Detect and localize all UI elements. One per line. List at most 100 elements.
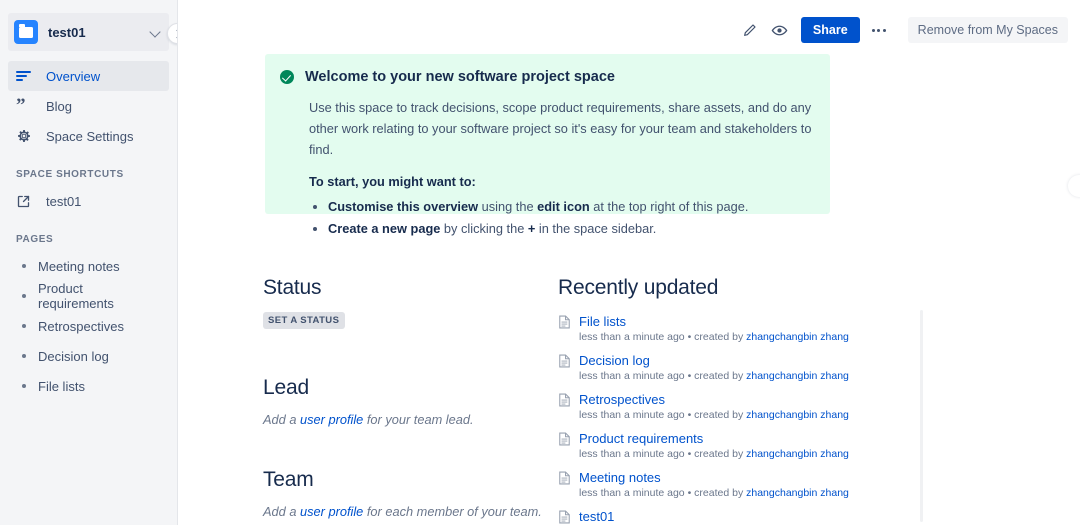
page-icon xyxy=(559,471,570,485)
sidebar-shortcut-test01[interactable]: test01 xyxy=(8,186,169,216)
meta-separator: • created by xyxy=(684,331,747,343)
page-icon xyxy=(559,432,570,446)
bullet-icon xyxy=(22,354,26,358)
list-item[interactable]: Product requirements less than a minute … xyxy=(558,431,923,461)
bullet-mid: by clicking the xyxy=(440,221,528,236)
page-icon xyxy=(559,510,570,524)
more-horizontal-icon xyxy=(871,28,875,32)
sidebar-page-label: File lists xyxy=(38,378,85,394)
bullet-strong2: edit icon xyxy=(537,199,590,214)
edge-widget[interactable] xyxy=(1068,175,1080,197)
space-shortcuts-label: SPACE SHORTCUTS xyxy=(16,169,124,180)
remove-from-my-spaces-button[interactable]: Remove from My Spaces xyxy=(907,17,1068,43)
list-item-meta: less than a minute ago • created by zhan… xyxy=(579,369,923,383)
space-header[interactable]: test01 xyxy=(8,13,169,51)
page-link[interactable]: Retrospectives xyxy=(579,392,665,407)
bullet-mid: using the xyxy=(478,199,538,214)
timestamp: less than a minute ago xyxy=(579,370,685,382)
meta-separator: • created by xyxy=(684,487,747,499)
list-item-meta: less than a minute ago • created by zhan… xyxy=(579,330,923,344)
gear-icon xyxy=(16,127,38,145)
pencil-icon xyxy=(743,24,756,36)
page-link[interactable]: Product requirements xyxy=(579,431,703,446)
author-link[interactable]: zhangchangbin zhang xyxy=(746,331,849,343)
bullet-strong: Create a new page xyxy=(328,221,441,236)
sidebar-item-blog[interactable]: ” Blog xyxy=(8,91,169,121)
banner-bullet-item: Customise this overview using the edit i… xyxy=(328,196,812,218)
lead-hint: Add a user profile for your team lead. xyxy=(263,412,558,427)
sidebar-page-label: Retrospectives xyxy=(38,318,124,334)
list-item[interactable]: Meeting notes less than a minute ago • c… xyxy=(558,470,923,500)
team-hint: Add a user profile for each member of yo… xyxy=(263,504,558,519)
sidebar-shortcut-label: test01 xyxy=(46,193,82,209)
quote-icon: ” xyxy=(16,95,25,116)
sidebar-page-decision-log[interactable]: Decision log xyxy=(8,341,169,371)
meta-separator: • created by xyxy=(684,448,747,460)
share-button[interactable]: Share xyxy=(800,17,860,43)
chevron-down-icon[interactable] xyxy=(149,25,163,39)
list-item[interactable]: File lists less than a minute ago • crea… xyxy=(558,314,923,344)
page-icon xyxy=(559,393,570,407)
page-link[interactable]: File lists xyxy=(579,314,626,329)
user-profile-link[interactable]: user profile xyxy=(300,412,363,427)
timestamp: less than a minute ago xyxy=(579,487,685,499)
banner-bullet-item: Create a new page by clicking the + in t… xyxy=(328,218,812,240)
sidebar-page-label: Decision log xyxy=(38,348,109,364)
watch-button[interactable] xyxy=(765,16,795,44)
pages-label: PAGES xyxy=(16,234,54,245)
welcome-banner: Welcome to your new software project spa… xyxy=(265,54,830,236)
page-link[interactable]: Decision log xyxy=(579,353,650,368)
space-folder-icon xyxy=(14,20,38,44)
sidebar-page-retrospectives[interactable]: Retrospectives xyxy=(8,311,169,341)
edit-button[interactable] xyxy=(735,16,765,44)
sidebar-page-file-lists[interactable]: File lists xyxy=(8,371,169,401)
timestamp: less than a minute ago xyxy=(579,409,685,421)
sidebar-page-meeting-notes[interactable]: Meeting notes xyxy=(8,251,169,281)
confluence-space-overview: test01 Overview ” Blog Space Settings SP… xyxy=(0,0,1080,525)
user-profile-link[interactable]: user profile xyxy=(300,504,363,519)
author-link[interactable]: zhangchangbin zhang xyxy=(746,409,849,421)
team-heading: Team xyxy=(263,468,314,491)
sidebar-item-overview[interactable]: Overview xyxy=(8,61,169,91)
overview-lines-icon xyxy=(16,67,38,85)
lead-heading: Lead xyxy=(263,376,309,399)
meta-separator: • created by xyxy=(684,409,747,421)
recently-updated-heading: Recently updated xyxy=(558,276,719,299)
more-options-button[interactable] xyxy=(864,17,894,43)
team-hint-pre: Add a xyxy=(263,504,300,519)
banner-body: Use this space to track decisions, scope… xyxy=(309,100,812,157)
eye-icon xyxy=(772,25,788,35)
space-sidebar: test01 Overview ” Blog Space Settings SP… xyxy=(0,0,178,525)
status-badge[interactable]: SET A STATUS xyxy=(263,312,346,329)
list-item[interactable]: Retrospectives less than a minute ago • … xyxy=(558,392,923,422)
list-item-meta: less than a minute ago • created by zhan… xyxy=(579,408,923,422)
sidebar-item-label: Blog xyxy=(46,98,73,114)
sidebar-item-label: Space Settings xyxy=(46,128,134,144)
page-icon xyxy=(559,354,570,368)
overview-content: Status SET A STATUS Lead Add a user prof… xyxy=(263,275,923,525)
list-item-meta: less than a minute ago • created by zhan… xyxy=(579,447,923,461)
banner-subtitle: To start, you might want to: xyxy=(309,174,476,189)
author-link[interactable]: zhangchangbin zhang xyxy=(746,448,849,460)
lead-hint-pre: Add a xyxy=(263,412,300,427)
timestamp: less than a minute ago xyxy=(579,331,685,343)
author-link[interactable]: zhangchangbin zhang xyxy=(746,487,849,499)
list-item[interactable]: test01 less than a minute ago • created … xyxy=(558,509,923,525)
page-link[interactable]: test01 xyxy=(579,509,614,524)
recently-updated-list: File lists less than a minute ago • crea… xyxy=(558,314,923,525)
lead-hint-post: for your team lead. xyxy=(363,412,474,427)
page-link[interactable]: Meeting notes xyxy=(579,470,661,485)
bullet-icon xyxy=(22,384,26,388)
sidebar-item-space-settings[interactable]: Space Settings xyxy=(8,121,169,151)
author-link[interactable]: zhangchangbin zhang xyxy=(746,370,849,382)
meta-separator: • created by xyxy=(684,370,747,382)
list-item[interactable]: Decision log less than a minute ago • cr… xyxy=(558,353,923,383)
content-scrollbar[interactable] xyxy=(920,310,923,522)
sidebar-page-label: Meeting notes xyxy=(38,258,120,274)
bullet-icon xyxy=(22,324,26,328)
banner-bullet-list: Customise this overview using the edit i… xyxy=(328,196,812,240)
sidebar-page-product-requirements[interactable]: Product requirements xyxy=(8,281,169,311)
more-horizontal-icon xyxy=(877,28,881,32)
check-circle-icon xyxy=(280,70,294,84)
main-content: Share Remove from My Spaces Welcome to y… xyxy=(178,0,1080,525)
